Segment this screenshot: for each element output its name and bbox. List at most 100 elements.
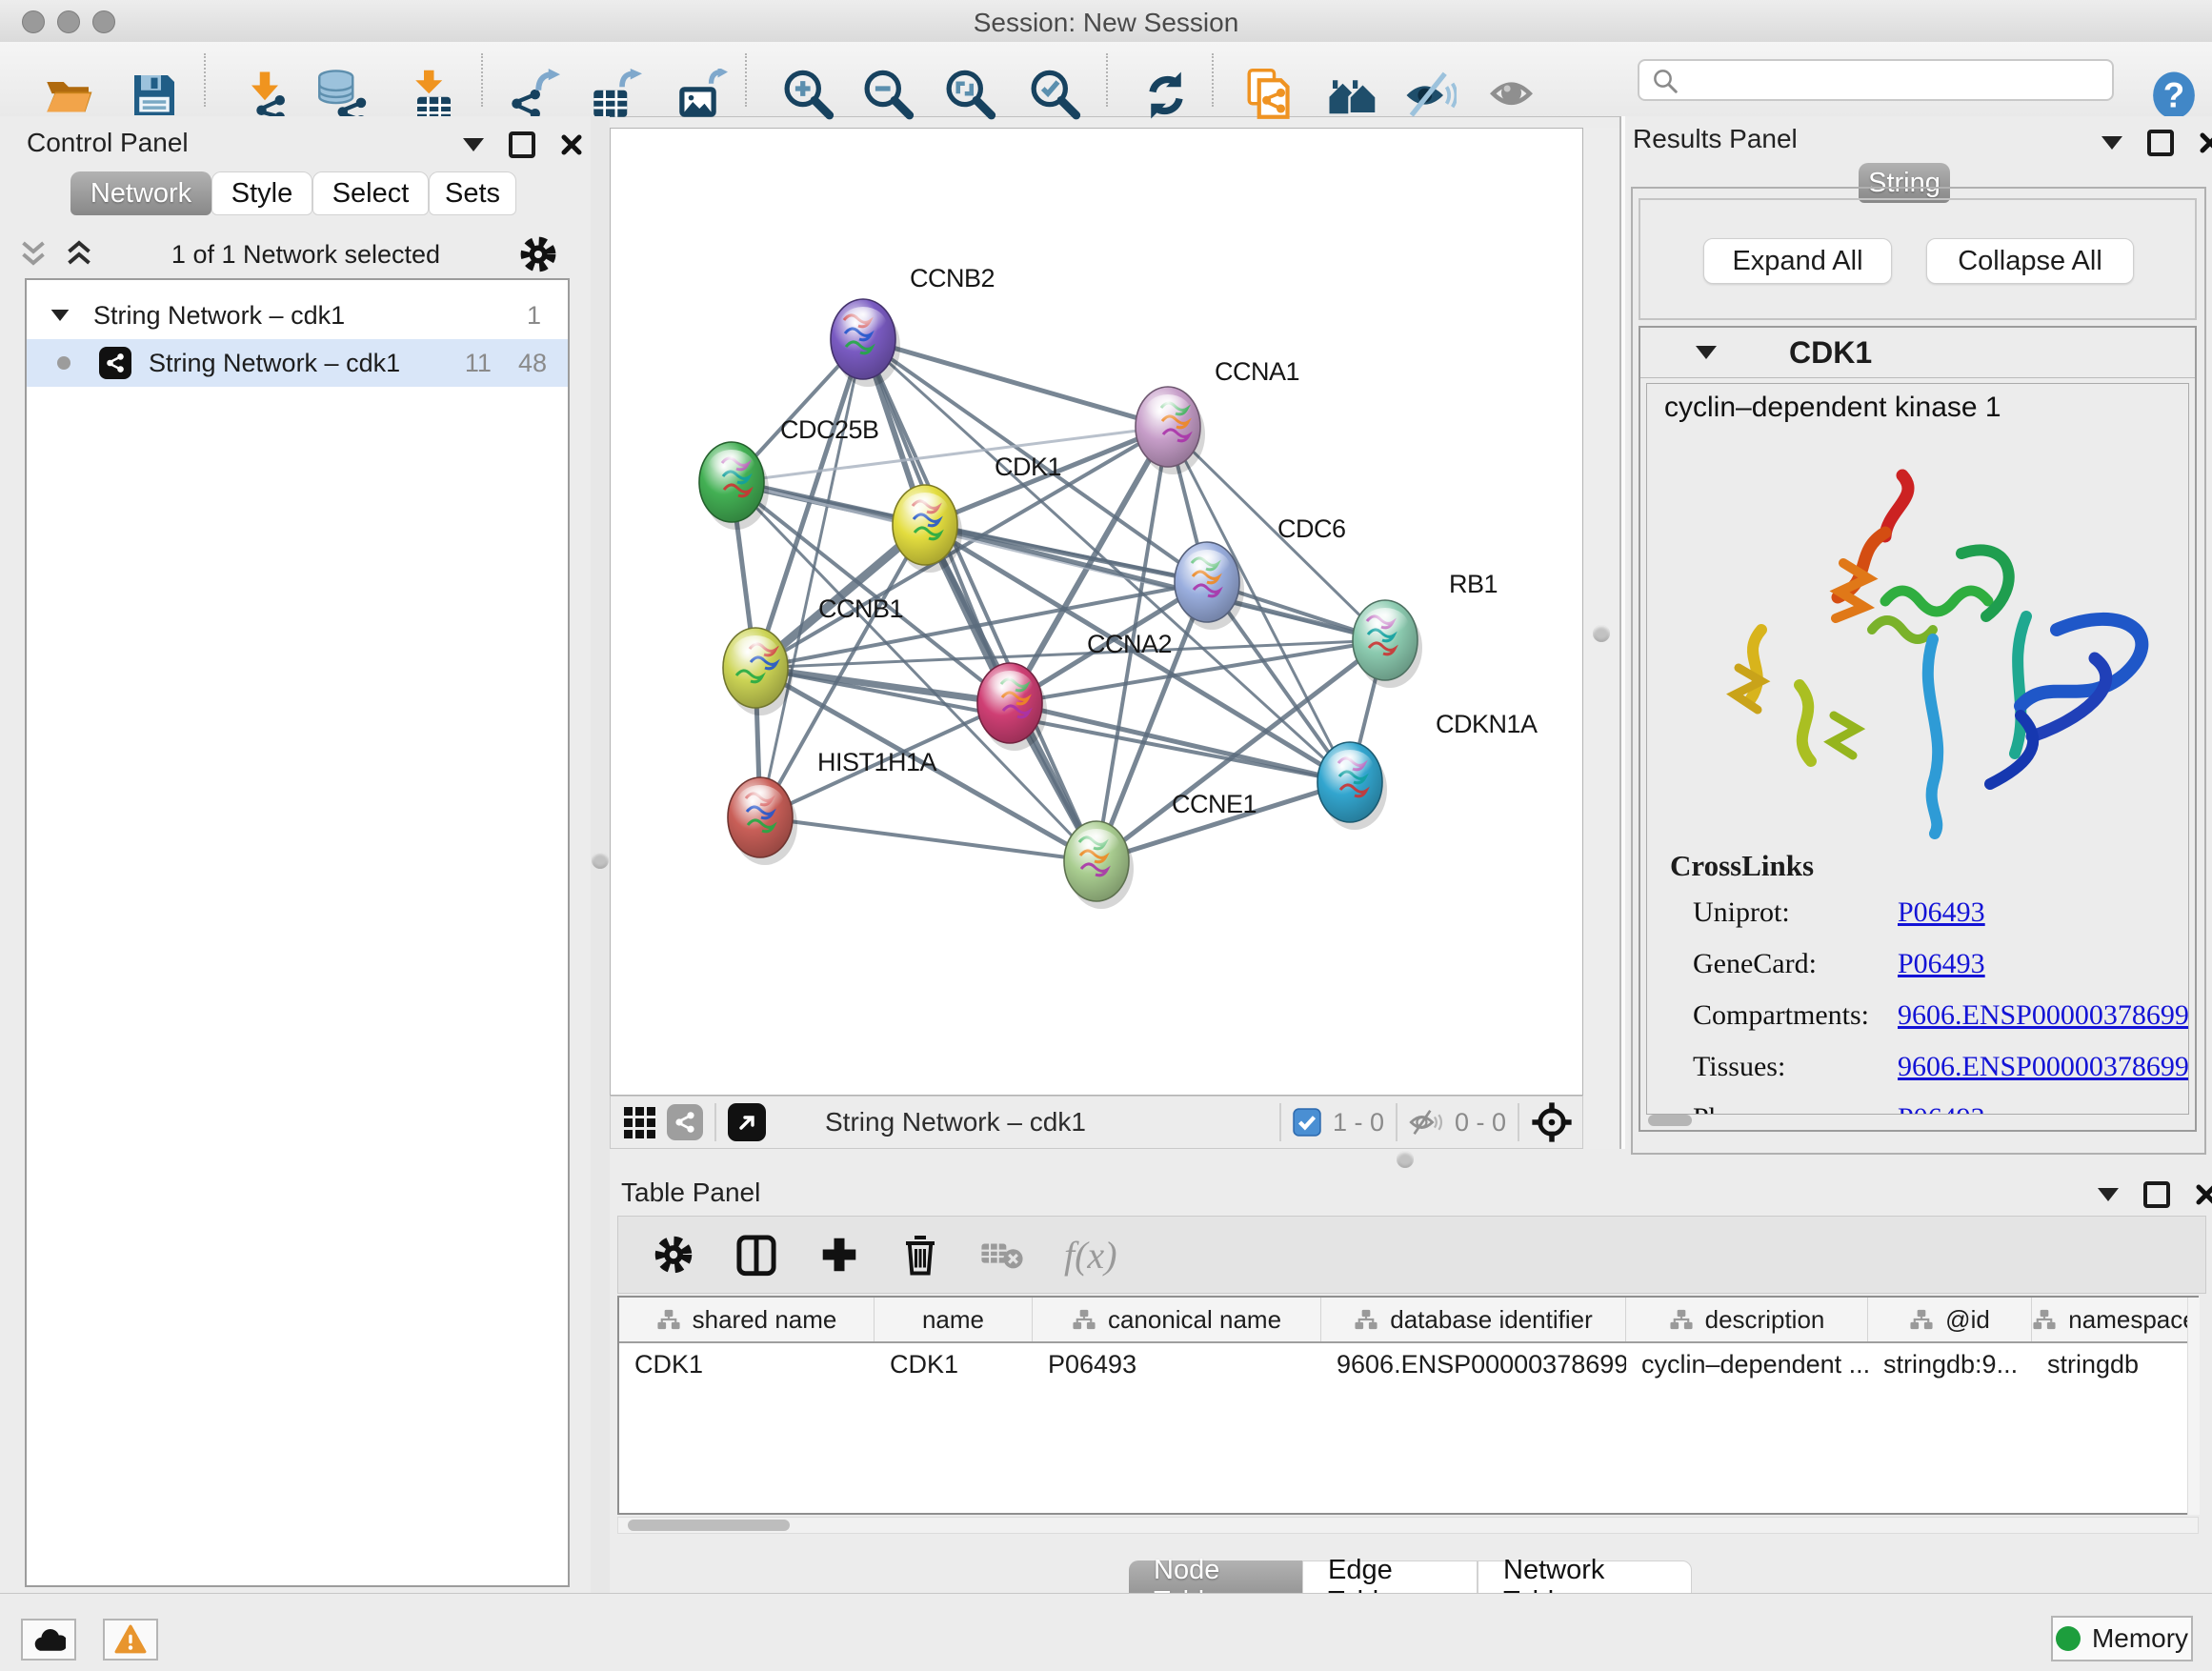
gene-section-header[interactable]: CDK1 bbox=[1640, 328, 2195, 378]
column-header[interactable]: canonical name bbox=[1033, 1298, 1321, 1341]
help-button[interactable]: ? bbox=[2145, 67, 2202, 124]
crosslink-link[interactable]: 9606.ENSP00000378699 bbox=[1898, 1051, 2189, 1083]
search-field[interactable] bbox=[1638, 59, 2114, 101]
float-panel-icon[interactable] bbox=[509, 131, 535, 158]
panel-menu-caret-icon[interactable] bbox=[2098, 1188, 2119, 1201]
hidden-eye-icon[interactable] bbox=[1409, 1107, 1445, 1137]
tab-style[interactable]: Style bbox=[211, 171, 312, 215]
cell-shared-name[interactable]: CDK1 bbox=[619, 1350, 875, 1379]
function-builder-button[interactable]: f(x) bbox=[1064, 1233, 1117, 1278]
column-header[interactable]: database identifier bbox=[1321, 1298, 1626, 1341]
export-network-button[interactable] bbox=[505, 67, 562, 124]
close-panel-icon[interactable] bbox=[2199, 131, 2212, 154]
left-splitter[interactable] bbox=[591, 116, 610, 1593]
zoom-selected-button[interactable] bbox=[1026, 67, 1083, 124]
network-edge[interactable] bbox=[863, 339, 1168, 427]
clone-network-button[interactable] bbox=[1242, 67, 1299, 124]
column-header[interactable]: namespace bbox=[2032, 1298, 2197, 1341]
expand-all-button[interactable]: Expand All bbox=[1703, 238, 1892, 284]
memory-button[interactable]: Memory bbox=[2051, 1616, 2193, 1661]
splitter-handle[interactable] bbox=[592, 852, 609, 869]
import-network-file-button[interactable] bbox=[236, 67, 293, 124]
collapse-all-button[interactable]: Collapse All bbox=[1926, 238, 2134, 284]
expand-all-icon[interactable] bbox=[65, 238, 93, 271]
open-session-button[interactable] bbox=[40, 67, 97, 124]
delete-table-icon[interactable] bbox=[980, 1238, 1024, 1272]
close-panel-icon[interactable] bbox=[2195, 1183, 2212, 1206]
column-header[interactable]: description bbox=[1626, 1298, 1868, 1341]
float-panel-icon[interactable] bbox=[2147, 130, 2174, 156]
network-row-selected[interactable]: String Network – cdk1 11 48 bbox=[27, 339, 568, 387]
column-header[interactable]: name bbox=[875, 1298, 1033, 1341]
save-session-button[interactable] bbox=[126, 67, 183, 124]
network-view-icon[interactable] bbox=[667, 1104, 703, 1140]
export-table-button[interactable] bbox=[587, 67, 644, 124]
network-svg[interactable]: CCNB2 CCNA1 CDC25B CDK1 CDC6 R bbox=[611, 129, 1582, 1095]
cell-namespace[interactable]: stringdb bbox=[2032, 1350, 2197, 1379]
splitter-handle[interactable] bbox=[1593, 625, 1610, 642]
hide-selected-button[interactable] bbox=[1401, 67, 1458, 124]
zoom-fit-button[interactable] bbox=[941, 67, 998, 124]
crosslink-link[interactable]: 9606.ENSP00000378699 bbox=[1898, 999, 2189, 1032]
column-header[interactable]: @id bbox=[1868, 1298, 2032, 1341]
table-row[interactable]: CDK1 CDK1 P06493 9606.ENSP00000378699 cy… bbox=[619, 1343, 2197, 1385]
section-collapse-caret-icon[interactable] bbox=[1696, 346, 1717, 359]
network-canvas[interactable]: CCNB2 CCNA1 CDC25B CDK1 CDC6 R bbox=[610, 128, 1583, 1096]
crosslink-link[interactable]: P06493 bbox=[1898, 948, 1985, 980]
column-header[interactable]: shared name bbox=[619, 1298, 875, 1341]
tree-expand-caret-icon[interactable] bbox=[51, 310, 70, 321]
network-edge[interactable] bbox=[760, 817, 1096, 861]
zoom-in-button[interactable] bbox=[779, 67, 836, 124]
selected-checkbox-icon[interactable] bbox=[1293, 1108, 1321, 1137]
close-panel-icon[interactable] bbox=[560, 133, 583, 156]
panel-menu-caret-icon[interactable] bbox=[463, 138, 484, 151]
table-vertical-scrollbar[interactable] bbox=[2187, 1298, 2200, 1515]
show-hidden-button[interactable] bbox=[1486, 67, 1543, 124]
cell-database-identifier[interactable]: 9606.ENSP00000378699 bbox=[1321, 1350, 1626, 1379]
network-node-RB1[interactable]: RB1 bbox=[1353, 570, 1498, 688]
cell-name[interactable]: CDK1 bbox=[875, 1350, 1033, 1379]
table-horizontal-scrollbar[interactable] bbox=[617, 1517, 2199, 1534]
panel-menu-caret-icon[interactable] bbox=[2101, 136, 2122, 150]
collapse-all-icon[interactable] bbox=[19, 238, 48, 271]
cell-id[interactable]: stringdb:9... bbox=[1868, 1350, 2032, 1379]
network-node-CCNE1[interactable]: CCNE1 bbox=[1064, 790, 1257, 909]
tab-select[interactable]: Select bbox=[312, 171, 429, 215]
cell-description[interactable]: cyclin–dependent ... bbox=[1626, 1350, 1868, 1379]
first-neighbors-button[interactable] bbox=[1324, 67, 1381, 124]
delete-trash-icon[interactable] bbox=[900, 1233, 940, 1277]
cell-canonical-name[interactable]: P06493 bbox=[1033, 1350, 1321, 1379]
crosslink-link[interactable]: P06493 bbox=[1898, 896, 1985, 929]
network-node-CCNA1[interactable]: CCNA1 bbox=[1136, 357, 1299, 474]
export-image-button[interactable] bbox=[673, 67, 730, 124]
splitter-handle[interactable] bbox=[1397, 1151, 1414, 1168]
tab-network[interactable]: Network bbox=[70, 171, 211, 215]
network-edge[interactable] bbox=[1010, 703, 1350, 782]
show-column-icon[interactable] bbox=[734, 1233, 778, 1277]
search-input[interactable] bbox=[1638, 59, 2114, 101]
gear-icon[interactable] bbox=[653, 1234, 694, 1276]
grid-view-icon[interactable] bbox=[624, 1107, 655, 1138]
zoom-out-button[interactable] bbox=[859, 67, 916, 124]
tab-sets[interactable]: Sets bbox=[429, 171, 516, 215]
right-splitter[interactable] bbox=[1583, 128, 1619, 1149]
network-collection-row[interactable]: String Network – cdk1 1 bbox=[27, 292, 568, 339]
scrollbar-thumb[interactable] bbox=[628, 1520, 790, 1531]
import-network-database-button[interactable] bbox=[312, 67, 370, 124]
cloud-status-button[interactable] bbox=[21, 1619, 76, 1661]
network-node-CDKN1A[interactable]: CDKN1A bbox=[1317, 710, 1538, 830]
warnings-button[interactable] bbox=[103, 1619, 158, 1661]
gear-icon[interactable] bbox=[518, 234, 558, 274]
add-icon[interactable] bbox=[818, 1234, 860, 1276]
import-table-file-button[interactable] bbox=[402, 67, 459, 124]
crosslink-link[interactable]: P06493 bbox=[1898, 1102, 1985, 1115]
float-panel-icon[interactable] bbox=[2143, 1181, 2170, 1208]
network-edge[interactable] bbox=[760, 339, 863, 817]
detach-view-icon[interactable] bbox=[728, 1103, 766, 1141]
network-node-CDC6[interactable]: CDC6 bbox=[1175, 514, 1346, 630]
node-label: CCNA2 bbox=[1087, 630, 1172, 658]
birds-eye-crosshair-icon[interactable] bbox=[1531, 1101, 1573, 1143]
node-table: shared name name canonical name bbox=[617, 1296, 2199, 1515]
horizontal-scrollbar-thumb[interactable] bbox=[1648, 1115, 1692, 1126]
refresh-network-button[interactable] bbox=[1137, 67, 1195, 124]
